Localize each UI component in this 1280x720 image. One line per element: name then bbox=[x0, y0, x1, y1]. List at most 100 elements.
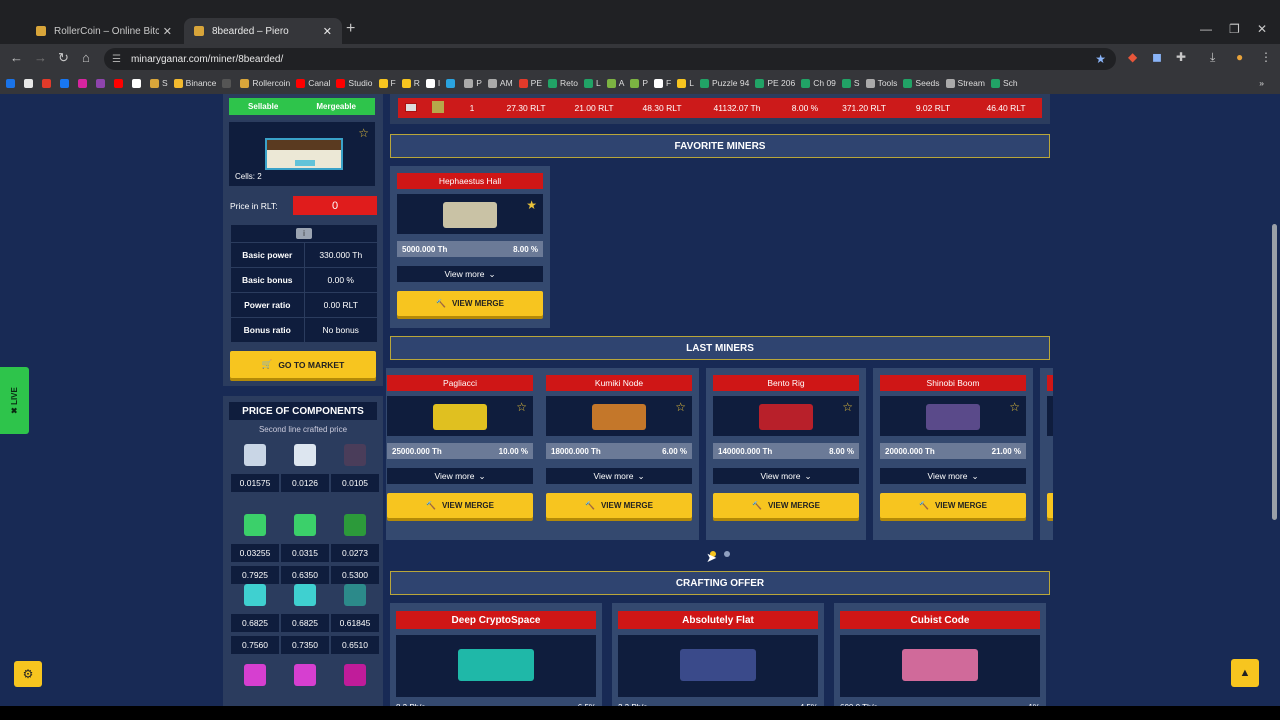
tab-rollercoin[interactable]: RollerCoin – Online Bitcoin Mining ✕ bbox=[26, 18, 182, 44]
tab-8bearded[interactable]: 8bearded – Piero ✕ bbox=[184, 18, 342, 44]
favorite-star-icon[interactable]: ☆ bbox=[358, 126, 369, 140]
table-row: 1 27.30 RLT 21.00 RLT 48.30 RLT 41132.07… bbox=[398, 98, 1042, 118]
component-icon bbox=[244, 584, 266, 606]
view-merge-button[interactable]: 🔨 VIEW MERGE bbox=[397, 291, 543, 316]
view-more-label: View more bbox=[444, 269, 485, 279]
bookmark-item[interactable]: F bbox=[654, 78, 671, 88]
favorite-star-icon[interactable]: ☆ bbox=[1009, 400, 1020, 414]
view-more-button[interactable]: View more ⌄ bbox=[713, 468, 859, 484]
stat-label: Bonus ratio bbox=[231, 318, 304, 342]
bookmark-item[interactable]: P bbox=[630, 78, 648, 88]
bookmark-item[interactable]: Ch 09 bbox=[801, 78, 836, 88]
menu-kebab-icon[interactable]: ⋮ bbox=[1260, 50, 1272, 64]
view-more-label: View more bbox=[760, 471, 801, 481]
restore-icon[interactable]: ❐ bbox=[1229, 22, 1240, 36]
component-price: 0.6350 bbox=[281, 566, 329, 584]
site-info-icon[interactable]: ☰ bbox=[112, 54, 121, 65]
favorite-star-icon[interactable]: ☆ bbox=[675, 400, 686, 414]
bookmark-star-icon[interactable]: ★ bbox=[1095, 52, 1106, 66]
bookmark-item[interactable]: PE 206 bbox=[755, 78, 795, 88]
bookmark-item[interactable] bbox=[6, 78, 18, 88]
bookmark-item[interactable]: P bbox=[464, 78, 482, 88]
bookmark-favicon-icon bbox=[6, 78, 15, 88]
view-merge-button[interactable]: 🔨 VIEW MERGE bbox=[880, 493, 1026, 518]
new-tab-button[interactable]: + bbox=[346, 20, 355, 38]
reload-icon[interactable]: ↻ bbox=[58, 50, 69, 66]
bookmark-item[interactable]: AM bbox=[487, 78, 513, 88]
view-merge-label: VIEW MERGE bbox=[441, 501, 494, 510]
bookmark-item[interactable]: L bbox=[677, 78, 694, 88]
bookmark-item[interactable]: Binance bbox=[173, 78, 216, 88]
forward-icon[interactable]: → bbox=[34, 50, 47, 65]
bookmark-item[interactable] bbox=[222, 78, 234, 88]
view-merge-button[interactable]: 🔨 VIEW MERGE bbox=[387, 493, 533, 518]
page-viewport: Sellable Mergeable Cells: 2 ☆ Price in R… bbox=[0, 94, 1280, 706]
chevron-down-icon: ⌄ bbox=[971, 470, 979, 481]
view-more-button[interactable]: View more ⌄ bbox=[546, 468, 692, 484]
close-tab-icon[interactable]: ✕ bbox=[163, 25, 172, 38]
bookmark-item[interactable]: Tools bbox=[865, 78, 897, 88]
favorite-star-icon[interactable]: ★ bbox=[526, 198, 537, 212]
carousel-dot[interactable] bbox=[724, 551, 730, 557]
bookmark-item[interactable] bbox=[114, 78, 126, 88]
favorite-star-icon[interactable]: ☆ bbox=[516, 400, 527, 414]
crafting-card[interactable]: Deep CryptoSpace8.2 Ph/s6.5% bbox=[390, 603, 602, 706]
bookmark-item[interactable]: L bbox=[583, 78, 601, 88]
chevron-down-icon: ⌄ bbox=[488, 268, 496, 279]
tab-title: RollerCoin – Online Bitcoin Mining bbox=[54, 25, 159, 37]
live-tab[interactable]: ✖ LIVE bbox=[0, 367, 29, 434]
bookmark-item[interactable]: Stream bbox=[945, 78, 985, 88]
view-merge-button[interactable]: 🔨 VIEW MERGE bbox=[546, 493, 692, 518]
bookmark-item[interactable]: R bbox=[401, 78, 420, 88]
extension-fox-icon[interactable]: ◆ bbox=[1128, 50, 1137, 64]
crafting-name: Absolutely Flat bbox=[618, 611, 818, 629]
view-more-button[interactable]: View more ⌄ bbox=[880, 468, 1026, 484]
go-to-market-button[interactable]: 🛒 GO TO MARKET bbox=[230, 351, 376, 378]
more-bookmarks-icon[interactable]: » bbox=[1259, 78, 1264, 88]
bookmark-item[interactable]: Rollercoin bbox=[240, 78, 290, 88]
bookmark-item[interactable] bbox=[446, 78, 458, 88]
scrollbar-thumb[interactable] bbox=[1272, 224, 1277, 520]
bookmark-item[interactable] bbox=[78, 78, 90, 88]
bookmark-item[interactable]: Puzzle 94 bbox=[699, 78, 749, 88]
profile-avatar-icon[interactable]: ● bbox=[1236, 50, 1243, 64]
price-input[interactable]: 0 bbox=[293, 196, 377, 215]
bookmark-item[interactable]: I bbox=[425, 78, 440, 88]
miner-power: 18000.000 Th bbox=[551, 446, 601, 456]
crafting-card[interactable]: Absolutely Flat2.3 Ph/s4.5% bbox=[612, 603, 824, 706]
close-tab-icon[interactable]: ✕ bbox=[323, 25, 332, 38]
bookmark-item[interactable]: Reto bbox=[548, 78, 578, 88]
bookmark-item[interactable]: Canal bbox=[296, 78, 330, 88]
bookmark-item[interactable] bbox=[96, 78, 108, 88]
bookmark-item[interactable]: Sch bbox=[990, 78, 1018, 88]
home-icon[interactable]: ⌂ bbox=[82, 50, 90, 65]
address-bar[interactable]: ☰ minaryganar.com/miner/8bearded/ ★ bbox=[104, 48, 1116, 70]
bookmark-item[interactable]: Studio bbox=[336, 78, 373, 88]
bookmark-item[interactable]: PE bbox=[518, 78, 542, 88]
bookmark-item[interactable]: Seeds bbox=[903, 78, 940, 88]
view-merge-button[interactable]: 🔨 VIEW MERGE bbox=[713, 493, 859, 518]
view-more-button[interactable]: View more ⌄ bbox=[397, 266, 543, 282]
bookmark-item[interactable]: S bbox=[841, 78, 860, 88]
back-icon[interactable]: ← bbox=[10, 50, 23, 65]
miner-stats: 5000.000 Th 8.00 % bbox=[397, 241, 543, 257]
bookmark-item[interactable]: S bbox=[150, 78, 168, 88]
scroll-top-button[interactable]: ▲ bbox=[1231, 659, 1259, 687]
view-more-button[interactable]: View more ⌄ bbox=[387, 468, 533, 484]
bookmark-item[interactable] bbox=[24, 78, 36, 88]
close-window-icon[interactable]: ✕ bbox=[1257, 22, 1267, 36]
favorite-star-icon[interactable]: ☆ bbox=[842, 400, 853, 414]
download-icon[interactable]: ⤓ bbox=[1210, 50, 1215, 65]
view-merge-peek[interactable] bbox=[1047, 493, 1053, 518]
bookmark-item[interactable]: F bbox=[378, 78, 396, 88]
crafting-card[interactable]: Cubist Code600.0 Th/s1% bbox=[834, 603, 1046, 706]
extensions-puzzle-icon[interactable]: ✚ bbox=[1176, 50, 1186, 64]
settings-button[interactable]: ⚙ bbox=[14, 661, 42, 687]
extension-shield-icon[interactable]: ◼ bbox=[1152, 50, 1162, 64]
minimize-icon[interactable]: — bbox=[1200, 22, 1212, 36]
bookmark-item[interactable] bbox=[60, 78, 72, 88]
bookmark-item[interactable] bbox=[42, 78, 54, 88]
bookmark-item[interactable]: A bbox=[606, 78, 624, 88]
info-toggle[interactable]: i bbox=[231, 225, 377, 242]
bookmark-item[interactable] bbox=[132, 78, 144, 88]
